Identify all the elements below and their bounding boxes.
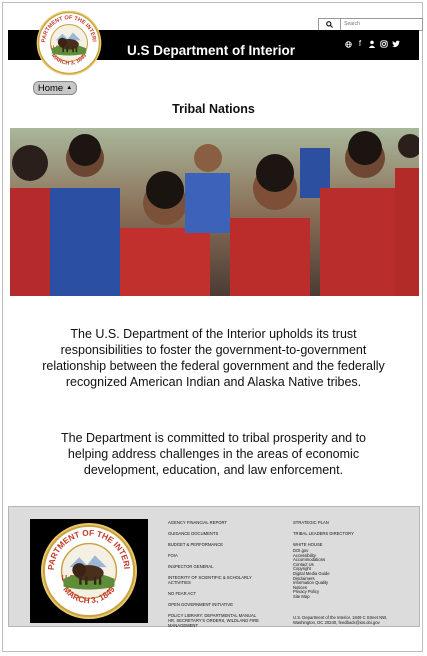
caret-up-icon: ▲ [66,85,73,91]
footer-link[interactable]: OPEN GOVERNMENT INITIATIVE [168,602,259,607]
footer-link[interactable]: MANAGEMENT [168,623,259,628]
search-icon [326,21,333,28]
site-title[interactable]: U.S Department of Interior [127,43,295,58]
footer-link[interactable]: FOIA [168,553,259,558]
footer-link[interactable]: ACTIVITIES [168,580,259,585]
address-line: Washington, DC 20240, feedback@ios.doi.g… [293,620,380,625]
hero-photo [10,128,419,296]
intro-paragraph: The U.S. Department of the Interior upho… [42,327,385,389]
footer-link[interactable]: STRATEGIC PLAN [293,520,354,525]
footer-links-col3: DOI.gov Accessibility Accommodations Con… [293,548,330,600]
home-button[interactable]: Home ▲ [33,81,77,95]
social-links: f [344,40,400,48]
footer-link[interactable]: NO FEAR ACT [168,591,259,596]
search-input[interactable] [341,19,422,29]
globe-icon[interactable] [344,40,352,48]
department-seal-logo[interactable]: DEPARTMENT OF THE INTERIOR U.S. MARCH 3,… [36,10,102,76]
footer-link[interactable]: TRIBAL LEADERS DIRECTORY [293,531,354,536]
footer-link[interactable]: BUDGET & PERFORMANCE [168,542,259,547]
search-button[interactable] [319,19,342,30]
facebook-icon[interactable]: f [356,40,364,48]
person-icon[interactable] [368,40,376,48]
footer-link[interactable]: INSPECTOR GENERAL [168,564,259,569]
home-label: Home [37,82,64,94]
instagram-icon[interactable] [380,40,388,48]
footer-link[interactable]: Site Map [293,594,330,600]
page-title: Tribal Nations [172,102,255,116]
footer-address: U.S. Department of the Interior, 1849 C … [293,615,387,625]
commitment-paragraph: The Department is committed to tribal pr… [61,431,366,477]
footer-link[interactable]: WHITE HOUSE [293,542,354,547]
footer-links-col2: STRATEGIC PLAN TRIBAL LEADERS DIRECTORY … [293,520,354,547]
twitter-icon[interactable] [392,40,400,48]
footer-link[interactable]: AGENCY FINANCIAL REPORT [168,520,259,525]
footer-links-col1: AGENCY FINANCIAL REPORT GUIDANCE DOCUMEN… [168,520,259,628]
footer-department-seal-logo[interactable]: DEPARTMENT OF THE INTERIOR U.S. MARCH 3,… [36,522,142,620]
footer-link[interactable]: GUIDANCE DOCUMENTS [168,531,259,536]
